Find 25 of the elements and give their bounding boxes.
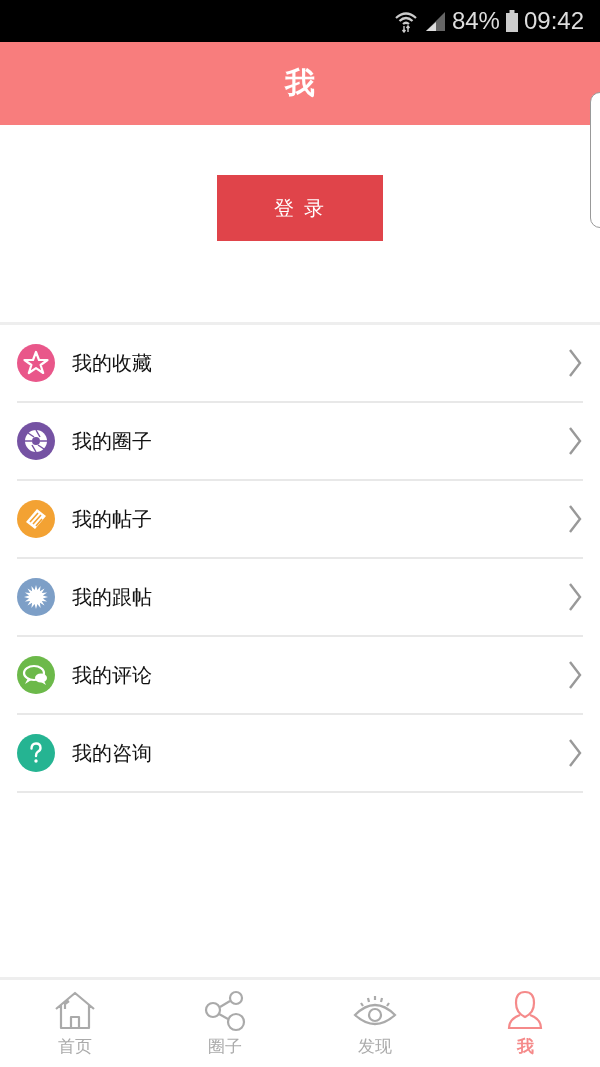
menu-label: 我的评论 (72, 661, 153, 689)
menu-item[interactable]: 我的评论 (17, 637, 583, 715)
menu-item[interactable]: 我的收藏 (17, 325, 583, 403)
chevron-icon (568, 660, 582, 690)
menu-label: 我的圈子 (72, 427, 153, 455)
menu-item[interactable]: 我的咨询 (17, 715, 583, 793)
menu-label: 我的咨询 (72, 739, 153, 767)
wifi-icon (393, 9, 418, 33)
chevron-icon (568, 582, 582, 612)
battery-icon (505, 10, 518, 32)
battery-percent: 84% (451, 7, 500, 35)
share-icon (203, 989, 247, 1033)
chevron-icon (568, 348, 582, 378)
login-button[interactable]: 登 录 (217, 175, 383, 241)
chevron-icon (568, 504, 582, 534)
clock: 09:42 (523, 7, 584, 35)
menu-item[interactable]: 我的帖子 (17, 481, 583, 559)
chevron-icon (568, 738, 582, 768)
menu-item[interactable]: 我的圈子 (17, 403, 583, 481)
menu-label: 我的帖子 (72, 505, 153, 533)
menu-item[interactable]: 我的跟帖 (17, 559, 583, 637)
menu-label: 我的跟帖 (72, 583, 153, 611)
menu-label: 我的收藏 (72, 349, 153, 377)
chevron-icon (568, 426, 582, 456)
page-title: 我 (285, 64, 315, 102)
